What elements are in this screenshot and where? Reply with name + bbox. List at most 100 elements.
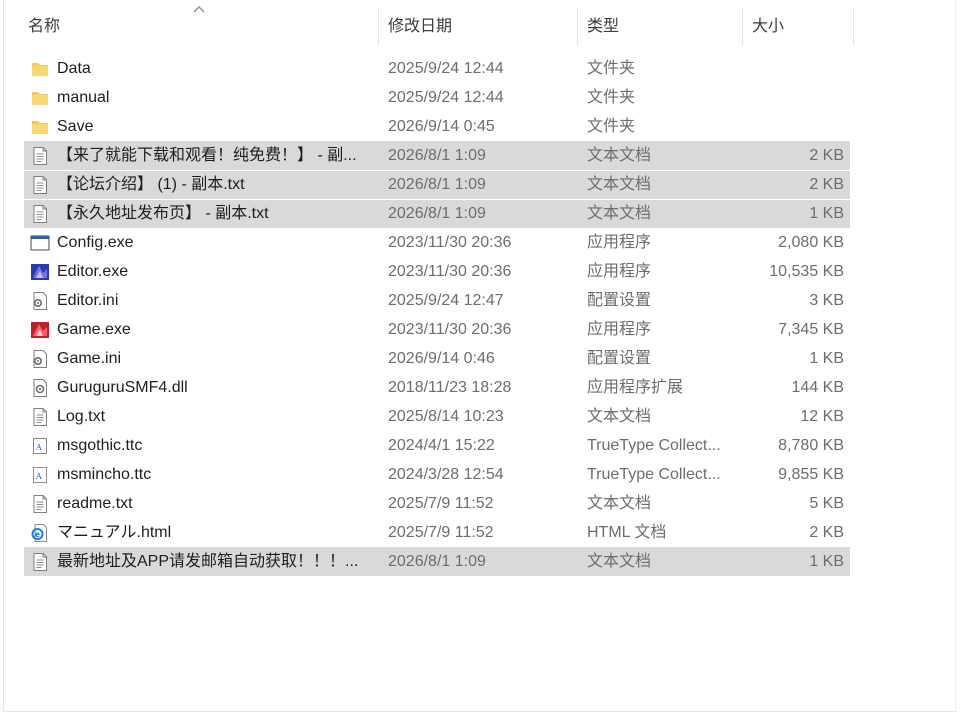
window-border-right: [955, 0, 956, 712]
file-type: 配置设置: [587, 350, 652, 367]
file-name: 最新地址及APP请发邮箱自动获取！！！...: [57, 553, 359, 570]
file-row[interactable]: Game.ini 2026/9/14 0:46 配置设置 1 KB: [24, 344, 850, 373]
file-row[interactable]: 【论坛介绍】 (1) - 副本.txt 2026/8/1 1:09 文本文档 2 KB: [24, 170, 850, 199]
file-name: Log.txt: [57, 408, 106, 425]
column-header-name[interactable]: 名称: [24, 8, 378, 46]
file-type: 配置设置: [587, 292, 652, 309]
file-row[interactable]: Amsgothic.ttc 2024/4/1 15:22 TrueType Coll…: [24, 431, 850, 460]
file-modified-date: 2024/3/28 12:54: [388, 466, 504, 483]
file-size: 3 KB: [809, 292, 844, 309]
file-name: Config.exe: [57, 234, 134, 251]
file-type: 文本文档: [587, 147, 652, 164]
file-size: 5 KB: [809, 495, 844, 512]
file-row[interactable]: 【永久地址发布页】 - 副本.txt 2026/8/1 1:09 文本文档 1 KB: [24, 199, 850, 228]
file-type: 应用程序扩展: [587, 379, 684, 396]
file-type: 文件夹: [587, 89, 636, 106]
file-type: 应用程序: [587, 321, 652, 338]
file-modified-date: 2026/8/1 1:09: [388, 176, 486, 193]
file-type: 应用程序: [587, 263, 652, 280]
font-file-icon: A: [30, 436, 50, 456]
file-name: 【永久地址发布页】 - 副本.txt: [57, 205, 269, 222]
editor-app-icon: [30, 262, 50, 282]
column-header-size[interactable]: 大小: [748, 8, 852, 46]
file-modified-date: 2026/9/14 0:46: [388, 350, 495, 367]
file-size: 2 KB: [809, 176, 844, 193]
file-row[interactable]: 【来了就能下载和观看！纯免费！】 - 副... 2026/8/1 1:09 文本文档…: [24, 141, 850, 170]
file-modified-date: 2026/8/1 1:09: [388, 553, 486, 570]
file-modified-date: 2025/7/9 11:52: [388, 495, 494, 512]
folder-icon: [30, 59, 50, 79]
column-header-bar: 名称 修改日期 类型 大小: [0, 0, 960, 52]
file-row[interactable]: 最新地址及APP请发邮箱自动获取！！！... 2026/8/1 1:09 文本文档 1…: [24, 547, 850, 576]
file-modified-date: 2026/8/1 1:09: [388, 147, 486, 164]
text-file-icon: [30, 175, 50, 195]
file-row[interactable]: Game.exe 2023/11/30 20:36 应用程序 7,345 KB: [24, 315, 850, 344]
file-modified-date: 2023/11/30 20:36: [388, 263, 512, 280]
file-row[interactable]: Data 2025/9/24 12:44 文件夹: [24, 54, 850, 83]
column-header-date[interactable]: 修改日期: [384, 8, 576, 46]
svg-text:e: e: [35, 530, 40, 539]
file-size: 2 KB: [809, 147, 844, 164]
folder-icon: [30, 117, 50, 137]
file-name: Editor.ini: [57, 292, 119, 309]
column-divider[interactable]: [378, 8, 379, 46]
file-name: GuruguruSMF4.dll: [57, 379, 188, 396]
file-size: [724, 54, 844, 83]
file-type: TrueType Collect...: [587, 466, 721, 483]
file-size: 1 KB: [809, 350, 844, 367]
file-size: 12 KB: [800, 408, 844, 425]
file-size: [724, 112, 844, 141]
file-name: 【来了就能下载和观看！纯免费！】 - 副...: [57, 147, 357, 164]
file-row[interactable]: readme.txt 2025/7/9 11:52 文本文档 5 KB: [24, 489, 850, 518]
file-type: 文件夹: [587, 118, 636, 135]
window-app-icon: [30, 233, 50, 253]
file-size: 144 KB: [791, 379, 844, 396]
file-size: 2 KB: [809, 524, 844, 541]
file-modified-date: 2025/9/24 12:47: [388, 292, 504, 309]
file-row[interactable]: e マニュアル.html 2025/7/9 11:52 HTML 文档 2 KB: [24, 518, 850, 547]
svg-text:A: A: [35, 472, 42, 481]
file-name: Data: [57, 60, 91, 77]
font-file-icon: A: [30, 465, 50, 485]
file-name: msgothic.ttc: [57, 437, 143, 454]
file-row[interactable]: Save 2026/9/14 0:45 文件夹: [24, 112, 850, 141]
column-divider[interactable]: [577, 8, 578, 46]
column-divider[interactable]: [853, 8, 854, 46]
file-name: Game.ini: [57, 350, 122, 367]
file-modified-date: 2025/7/9 11:52: [388, 524, 494, 541]
file-size: 7,345 KB: [778, 321, 844, 338]
dll-file-icon: [30, 378, 50, 398]
file-modified-date: 2025/8/14 10:23: [388, 408, 504, 425]
column-divider[interactable]: [742, 8, 743, 46]
file-row[interactable]: Amsmincho.ttc 2024/3/28 12:54 TrueType Col…: [24, 460, 850, 489]
file-name: msmincho.ttc: [57, 466, 152, 483]
file-row[interactable]: Config.exe 2023/11/30 20:36 应用程序 2,080 KB: [24, 228, 850, 257]
file-row[interactable]: GuruguruSMF4.dll 2018/11/23 18:28 应用程序扩展 14…: [24, 373, 850, 402]
file-row[interactable]: Log.txt 2025/8/14 10:23 文本文档 12 KB: [24, 402, 850, 431]
window-border-left: [3, 0, 4, 712]
game-app-icon: [30, 320, 50, 340]
file-type: 应用程序: [587, 234, 652, 251]
file-type: HTML 文档: [587, 524, 667, 541]
folder-icon: [30, 88, 50, 108]
text-file-icon: [30, 204, 50, 224]
text-file-icon: [30, 146, 50, 166]
file-modified-date: 2023/11/30 20:36: [388, 321, 512, 338]
file-type: 文件夹: [587, 60, 636, 77]
file-row[interactable]: Editor.exe 2023/11/30 20:36 应用程序 10,535 KB: [24, 257, 850, 286]
file-size: 2,080 KB: [778, 234, 844, 251]
html-file-icon: e: [30, 523, 50, 543]
column-header-type[interactable]: 类型: [583, 8, 741, 46]
file-size: 9,855 KB: [778, 466, 844, 483]
file-name: Save: [57, 118, 94, 135]
file-list: Data 2025/9/24 12:44 文件夹 manual 2025/9/24 12…: [24, 54, 850, 576]
window-border-bottom: [3, 711, 957, 712]
file-row[interactable]: Editor.ini 2025/9/24 12:47 配置设置 3 KB: [24, 286, 850, 315]
file-row[interactable]: manual 2025/9/24 12:44 文件夹: [24, 83, 850, 112]
file-type: TrueType Collect...: [587, 437, 721, 454]
file-type: 文本文档: [587, 495, 652, 512]
file-modified-date: 2023/11/30 20:36: [388, 234, 512, 251]
file-type: 文本文档: [587, 176, 652, 193]
svg-text:A: A: [35, 443, 42, 452]
file-size: 10,535 KB: [769, 263, 844, 280]
